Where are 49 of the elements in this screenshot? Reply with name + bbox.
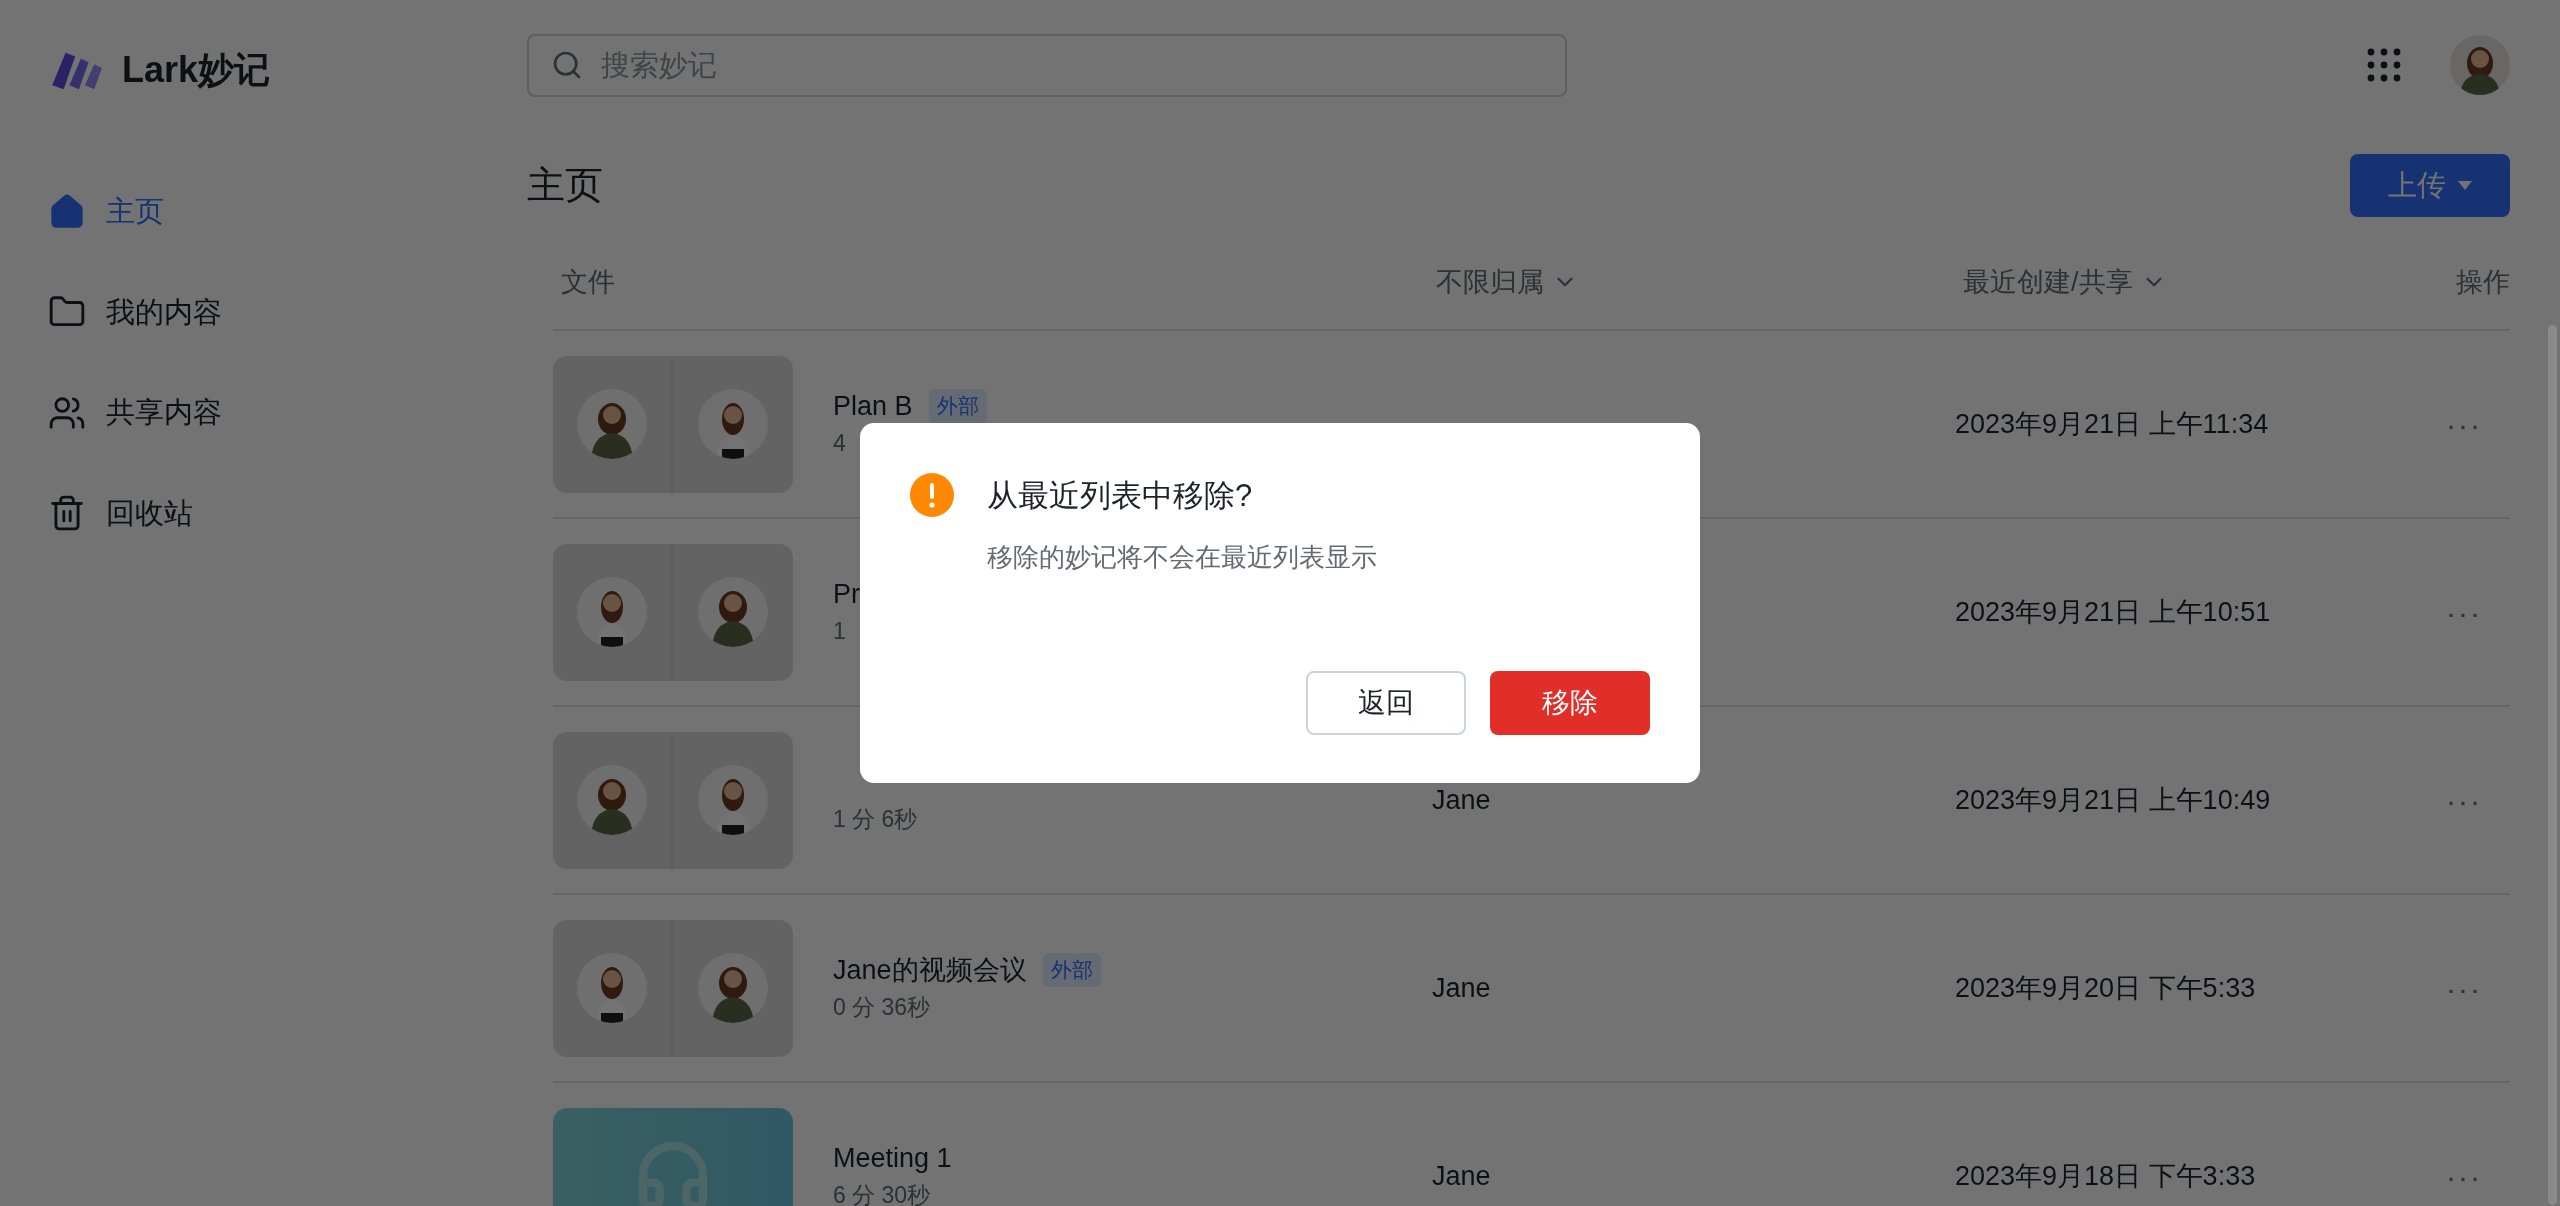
date-text: 2023年9月21日 上午11:34 <box>1955 407 2270 441</box>
upload-button[interactable]: 上传 <box>2350 154 2510 217</box>
video-thumbnail[interactable] <box>553 731 793 869</box>
column-header[interactable]: 最近创建/共享 <box>1955 261 2448 303</box>
more-button[interactable]: ··· <box>2446 401 2510 447</box>
file-title[interactable]: Jane的视频会议 <box>833 949 1027 990</box>
video-thumbnail[interactable] <box>553 543 793 681</box>
external-tag: 外部 <box>928 389 987 423</box>
more-button[interactable]: ··· <box>2446 589 2510 635</box>
date-text: 2023年9月20日 下午5:33 <box>1955 971 2257 1005</box>
warning-icon <box>910 473 954 517</box>
file-title[interactable]: Plan B <box>833 385 913 426</box>
column-header: 操作 <box>2455 265 2510 299</box>
sidebar-item[interactable]: 我的内容 <box>48 290 222 334</box>
more-button[interactable]: ··· <box>2446 965 2510 1011</box>
back-button[interactable]: 返回 <box>1306 671 1466 735</box>
file-duration: 6 分 30秒 <box>833 1180 932 1206</box>
file-duration: 0 分 36秒 <box>833 992 932 1022</box>
file-title[interactable]: Pr <box>833 573 860 614</box>
video-thumbnail[interactable] <box>553 919 793 1057</box>
sidebar-item[interactable]: 回收站 <box>48 491 193 535</box>
app-name: Lark妙记 <box>122 48 271 92</box>
caret-icon <box>2458 181 2472 190</box>
video-thumbnail[interactable] <box>553 355 793 493</box>
owner-name: Jane <box>1432 1160 1491 1191</box>
sidebar-item[interactable]: 主页 <box>48 190 164 234</box>
date-text: 2023年9月21日 上午10:51 <box>1955 595 2272 629</box>
external-tag: 外部 <box>1042 953 1101 987</box>
dialog-message: 移除的妙记将不会在最近列表显示 <box>987 540 1377 574</box>
file-title[interactable]: Meeting 1 <box>833 1137 952 1178</box>
sidebar-item[interactable]: 共享内容 <box>48 391 222 435</box>
file-duration: 1 <box>833 616 847 646</box>
page-title: 主页 <box>527 163 603 208</box>
owner-name: Jane <box>1432 784 1491 815</box>
home-icon <box>48 192 86 231</box>
more-button[interactable]: ··· <box>2446 777 2510 823</box>
dialog-title: 从最近列表中移除? <box>987 477 1254 515</box>
column-header: 文件 <box>560 265 616 299</box>
trash-icon <box>48 494 86 533</box>
owner-name: Jane <box>1432 972 1491 1003</box>
file-duration: 4 <box>833 428 847 458</box>
remove-button[interactable]: 移除 <box>1490 671 1650 735</box>
audio-thumbnail[interactable] <box>553 1107 793 1206</box>
date-text: 2023年9月21日 上午10:49 <box>1955 783 2272 817</box>
column-header[interactable]: 不限归属 <box>1428 261 1955 303</box>
date-text: 2023年9月18日 下午3:33 <box>1955 1159 2257 1193</box>
more-button[interactable]: ··· <box>2446 1153 2510 1199</box>
app-grid-icon <box>2366 47 2402 83</box>
file-duration: 1 分 6秒 <box>833 804 918 834</box>
